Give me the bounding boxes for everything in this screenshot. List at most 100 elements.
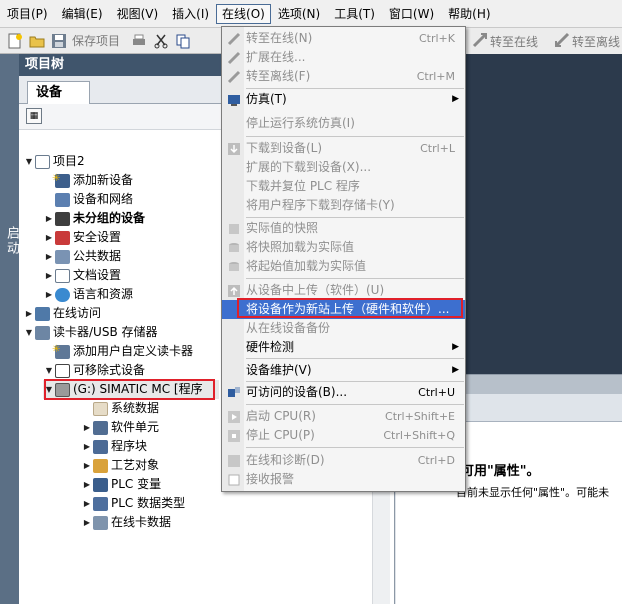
tree-item-online-access[interactable]: ▶ 在线访问: [23, 304, 101, 323]
open-folder-icon[interactable]: [28, 32, 46, 50]
go-offline-button[interactable]: 转至离线: [572, 33, 620, 50]
tree-item-document-settings[interactable]: ▶ 文档设置: [43, 266, 121, 285]
tree-item-devices-networks[interactable]: 设备和网络: [43, 190, 133, 209]
menu-window[interactable]: 窗口(W): [382, 3, 441, 25]
go-offline-icon: [226, 69, 241, 84]
tree-item-common-data[interactable]: ▶ 公共数据: [43, 247, 121, 266]
cut-icon[interactable]: [152, 32, 170, 50]
menu-project[interactable]: 项目(P): [0, 3, 55, 25]
tree-item-ungrouped-devices[interactable]: ▶ 未分组的设备: [43, 209, 145, 228]
expand-icon[interactable]: ▶: [23, 304, 35, 323]
folder-icon: [55, 211, 70, 226]
menu-view[interactable]: 视图(V): [110, 3, 166, 25]
menu-item-backup-online[interactable]: 从在线设备备份: [222, 319, 465, 338]
tree-item-software-units[interactable]: ▶ 软件单元: [81, 418, 159, 437]
add-device-icon: ✳: [52, 173, 70, 188]
menu-item-online-diagnostics[interactable]: 在线和诊断(D) Ctrl+D: [222, 451, 465, 470]
system-data-icon: [93, 401, 108, 416]
menu-help[interactable]: 帮助(H): [441, 3, 497, 25]
menu-item-download-card[interactable]: 将用户程序下载到存储卡(Y): [222, 196, 465, 215]
menu-item-download-reset[interactable]: 下载并复位 PLC 程序: [222, 177, 465, 196]
expand-icon[interactable]: ▶: [81, 494, 93, 513]
menu-item-simulation[interactable]: 仿真(T) ▶: [222, 90, 465, 109]
menu-item-go-online[interactable]: 转至在线(N) Ctrl+K: [222, 29, 465, 48]
menu-item-extended-download[interactable]: 扩展的下载到设备(X)...: [222, 158, 465, 177]
go-online-icon: [226, 31, 241, 46]
collapse-icon[interactable]: ▼: [23, 152, 35, 171]
menu-tools[interactable]: 工具(T): [327, 3, 382, 25]
plc-tags-icon: [93, 477, 108, 492]
menu-item-device-maintenance[interactable]: 设备维护(V) ▶: [222, 361, 465, 380]
menu-item-stop-simulation[interactable]: 停止运行系统仿真(I): [222, 114, 465, 133]
menu-item-accessible-devices[interactable]: 可访问的设备(B)... Ctrl+U: [222, 383, 465, 402]
download-icon: [226, 141, 241, 156]
tree-item-security-settings[interactable]: ▶ 安全设置: [43, 228, 121, 247]
menu-item-extended-online[interactable]: 扩展在线...: [222, 48, 465, 67]
highlight-upload-new-station: [237, 298, 463, 318]
menu-item-hardware-detection[interactable]: 硬件检测 ▶: [222, 338, 465, 357]
tree-item-add-device[interactable]: ✳ 添加新设备: [43, 171, 133, 190]
new-project-icon[interactable]: [6, 32, 24, 50]
expand-icon[interactable]: ▶: [81, 418, 93, 437]
online-card-data-icon: [93, 515, 108, 530]
tree-item-languages-resources[interactable]: ▶ 语言和资源: [43, 285, 133, 304]
table-view-icon[interactable]: ▦: [26, 108, 42, 124]
menu-item-snapshot-to-actual[interactable]: 将快照加载为实际值: [222, 238, 465, 257]
menu-bar: 项目(P) 编辑(E) 视图(V) 插入(I) 在线(O) 选项(N) 工具(T…: [0, 0, 622, 28]
diagnostics-icon: [226, 453, 241, 468]
save-icon[interactable]: [50, 32, 68, 50]
collapse-icon[interactable]: ▼: [43, 361, 55, 380]
menu-options[interactable]: 选项(N): [271, 3, 327, 25]
print-icon[interactable]: [130, 32, 148, 50]
expand-icon[interactable]: ▶: [43, 247, 55, 266]
go-offline-icon[interactable]: [554, 32, 570, 48]
expand-icon[interactable]: ▶: [81, 475, 93, 494]
collapse-icon[interactable]: ▼: [23, 323, 35, 342]
menu-online[interactable]: 在线(O): [216, 3, 271, 24]
expand-icon[interactable]: ▶: [43, 209, 55, 228]
menu-item-snapshot[interactable]: 实际值的快照: [222, 219, 465, 238]
tree-item-program-blocks[interactable]: ▶ 程序块: [81, 437, 147, 456]
go-online-icon[interactable]: [472, 32, 488, 48]
menu-insert[interactable]: 插入(I): [165, 3, 216, 25]
menu-item-go-offline[interactable]: 转至离线(F) Ctrl+M: [222, 67, 465, 86]
accessible-devices-icon: [226, 385, 241, 400]
portal-view-strip[interactable]: 启动: [0, 54, 19, 604]
expand-icon[interactable]: ▶: [43, 285, 55, 304]
menu-item-stop-cpu[interactable]: 停止 CPU(P) Ctrl+Shift+Q: [222, 426, 465, 445]
plc-data-types-icon: [93, 496, 108, 511]
simulation-icon: [226, 92, 241, 107]
menu-item-download[interactable]: 下载到设备(L) Ctrl+L: [222, 139, 465, 158]
start-cpu-icon: [226, 409, 241, 424]
tree-item-add-card-reader[interactable]: ✳ 添加用户自定义读卡器: [43, 342, 193, 361]
upload-icon: [226, 283, 241, 298]
tree-item-removable-devices[interactable]: ▼ 可移除式设备: [43, 361, 145, 380]
tree-item-plc-tags[interactable]: ▶ PLC 变量: [81, 475, 161, 494]
online-menu: 转至在线(N) Ctrl+K 扩展在线... 转至离线(F) Ctrl+M 仿真…: [221, 26, 466, 492]
tree-item-system-data[interactable]: 系统数据: [81, 399, 159, 418]
expand-icon[interactable]: ▶: [81, 456, 93, 475]
tree-item-card-reader[interactable]: ▼ 读卡器/USB 存储器: [23, 323, 158, 342]
common-data-icon: [55, 249, 70, 264]
expand-icon[interactable]: ▶: [43, 266, 55, 285]
document-icon: [55, 268, 70, 283]
properties-text: 目前未显示任何"属性"。可能未: [456, 486, 610, 499]
go-online-button[interactable]: 转至在线: [490, 33, 538, 50]
menu-edit[interactable]: 编辑(E): [55, 3, 110, 25]
software-unit-icon: [93, 420, 108, 435]
tab-devices[interactable]: 设备: [27, 81, 90, 105]
copy-icon[interactable]: [174, 32, 192, 50]
tree-item-technology-objects[interactable]: ▶ 工艺对象: [81, 456, 159, 475]
menu-item-start-to-actual[interactable]: 将起始值加载为实际值: [222, 257, 465, 276]
load-start-values-icon: [226, 259, 241, 274]
menu-item-receive-alarms[interactable]: 接收报警: [222, 470, 465, 489]
expand-icon[interactable]: ▶: [81, 437, 93, 456]
expand-icon[interactable]: ▶: [81, 513, 93, 532]
project-icon: [35, 154, 50, 169]
tree-item-online-card-data[interactable]: ▶ 在线卡数据: [81, 513, 171, 532]
tree-item-plc-data-types[interactable]: ▶ PLC 数据类型: [81, 494, 185, 513]
menu-item-start-cpu[interactable]: 启动 CPU(R) Ctrl+Shift+E: [222, 407, 465, 426]
snapshot-icon: [226, 221, 241, 236]
save-project-button[interactable]: 保存项目: [72, 32, 120, 49]
expand-icon[interactable]: ▶: [43, 228, 55, 247]
